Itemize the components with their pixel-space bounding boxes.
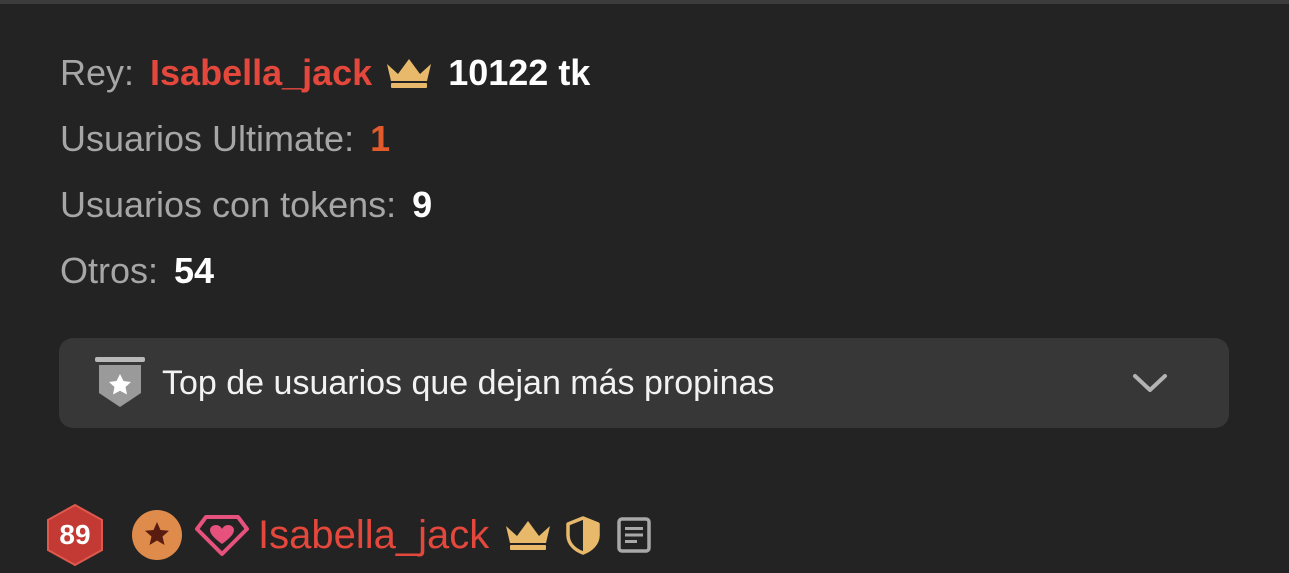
level-number: 89 — [59, 519, 91, 550]
tokens-count: 9 — [412, 184, 433, 225]
crown-icon — [506, 521, 551, 550]
top-divider — [0, 0, 1289, 4]
top-tippers-accordion[interactable]: Top de usuarios que dejan más propinas — [59, 338, 1229, 428]
room-stats: Rey: Isabella_jack 10122 tk Usuarios Ult… — [60, 40, 590, 304]
username[interactable]: Isabella_jack — [258, 513, 489, 558]
ultimate-count: 1 — [370, 118, 391, 159]
king-username[interactable]: Isabella_jack — [150, 52, 372, 94]
king-label: Rey: — [60, 52, 135, 93]
crown-icon — [387, 59, 432, 88]
level-badge: 89 — [44, 502, 106, 568]
king-row: Rey: Isabella_jack 10122 tk — [60, 40, 590, 106]
ultimate-row: Usuarios Ultimate: 1 — [60, 106, 590, 172]
chevron-down-icon[interactable] — [1130, 369, 1170, 397]
star-shield-icon — [95, 357, 145, 407]
user-list-item: 89 Isabella_jack — [44, 500, 653, 570]
king-tokens: 10122 tk — [448, 52, 591, 93]
ultimate-label: Usuarios Ultimate: — [60, 118, 355, 159]
accordion-label: Top de usuarios que dejan más propinas — [162, 363, 775, 402]
others-count: 54 — [174, 250, 215, 291]
diamond-heart-icon — [195, 515, 249, 556]
others-label: Otros: — [60, 250, 159, 291]
tokens-label: Usuarios con tokens: — [60, 184, 397, 225]
star-badge-icon — [132, 510, 182, 560]
tokens-row: Usuarios con tokens: 9 — [60, 172, 590, 238]
shield-icon — [566, 516, 600, 555]
others-row: Otros: 54 — [60, 238, 590, 304]
notes-icon[interactable] — [615, 516, 653, 554]
